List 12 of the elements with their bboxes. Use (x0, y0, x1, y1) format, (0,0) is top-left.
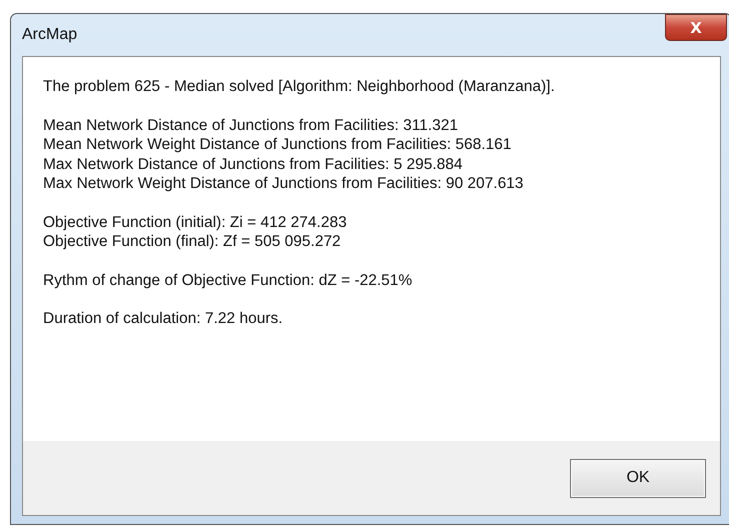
message-text: Mean Network Distance of Junctions from Facilities: 311.321 (43, 116, 459, 135)
message-text: Max Network Weight Distance of Junctions from Facilities: 90 207.613 (43, 174, 524, 194)
message-text: Objective Function (final): Zf = 505 095.272 (43, 232, 342, 252)
message-text: Max Network Distance of Junctions from Facilities: 5 295.884 (43, 154, 464, 174)
message-text: Duration of calculation: 7.22 hours. (43, 309, 284, 328)
window-title: ArcMap (22, 26, 78, 44)
message-text: Rythm of change of Objective Function: dZ = -22.51% (43, 270, 414, 290)
message-text: Mean Network Weight Distance of Junctions from Facilities: 568.161 (43, 135, 512, 154)
close-button[interactable]: X (665, 14, 727, 41)
message-text: Objective Function (initial): Zi = 412 274.283 (43, 212, 348, 232)
ok-button[interactable]: OK (570, 458, 706, 498)
message-text: The problem 625 - Median solved [Algorithm: Neighborhood (Maranzana)]. (43, 77, 556, 96)
